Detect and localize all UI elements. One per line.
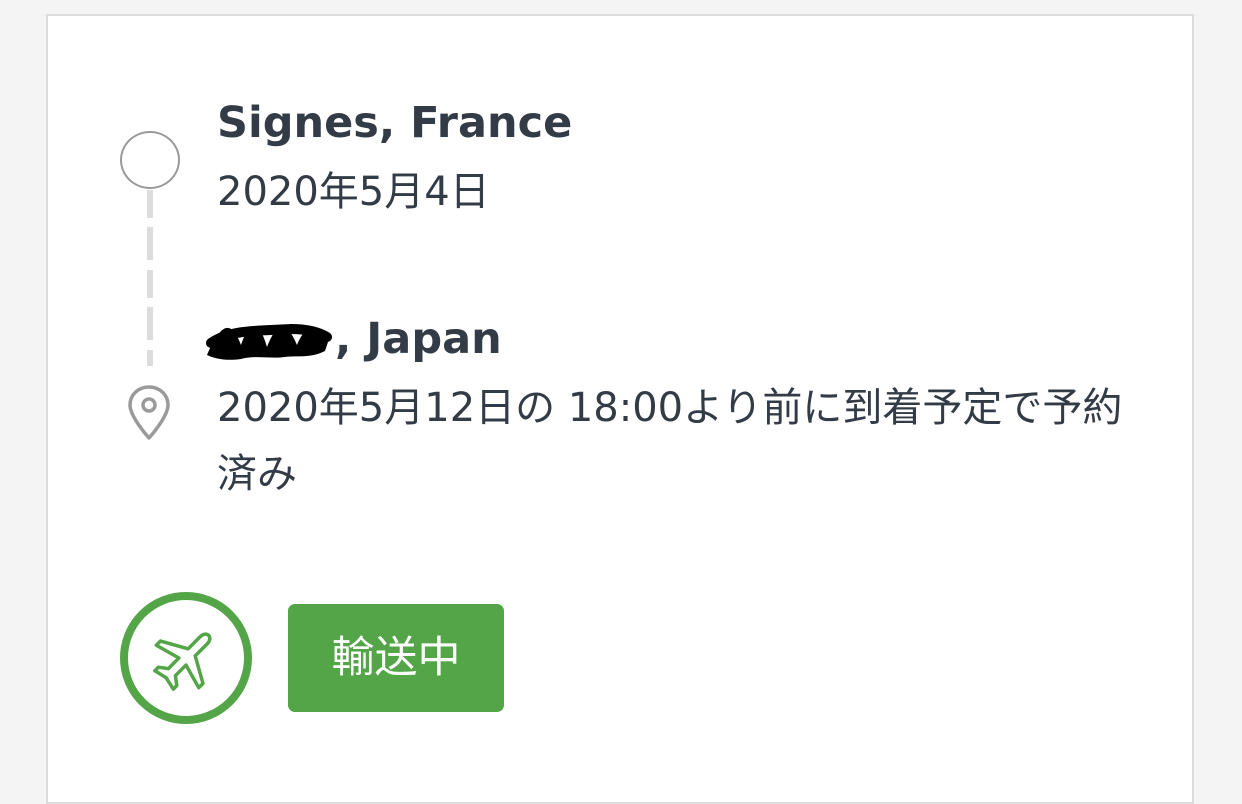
arrival-estimate: 2020年5月12日の 18:00より前に到着予定で予約済み — [217, 385, 1123, 497]
destination-place: , Japan — [206, 318, 502, 365]
status-icon-circle — [120, 592, 252, 724]
origin-date: 2020年5月4日 — [217, 169, 490, 215]
airplane-icon — [153, 632, 212, 691]
destination-country: , Japan — [335, 314, 502, 364]
origin-place: Signes, France — [217, 98, 573, 148]
origin-marker-icon — [120, 131, 180, 189]
redaction-scribble — [206, 323, 332, 360]
location-pin-icon — [128, 385, 170, 440]
status-badge: 輸送中 — [288, 604, 504, 712]
route-dashed-line — [147, 190, 153, 366]
